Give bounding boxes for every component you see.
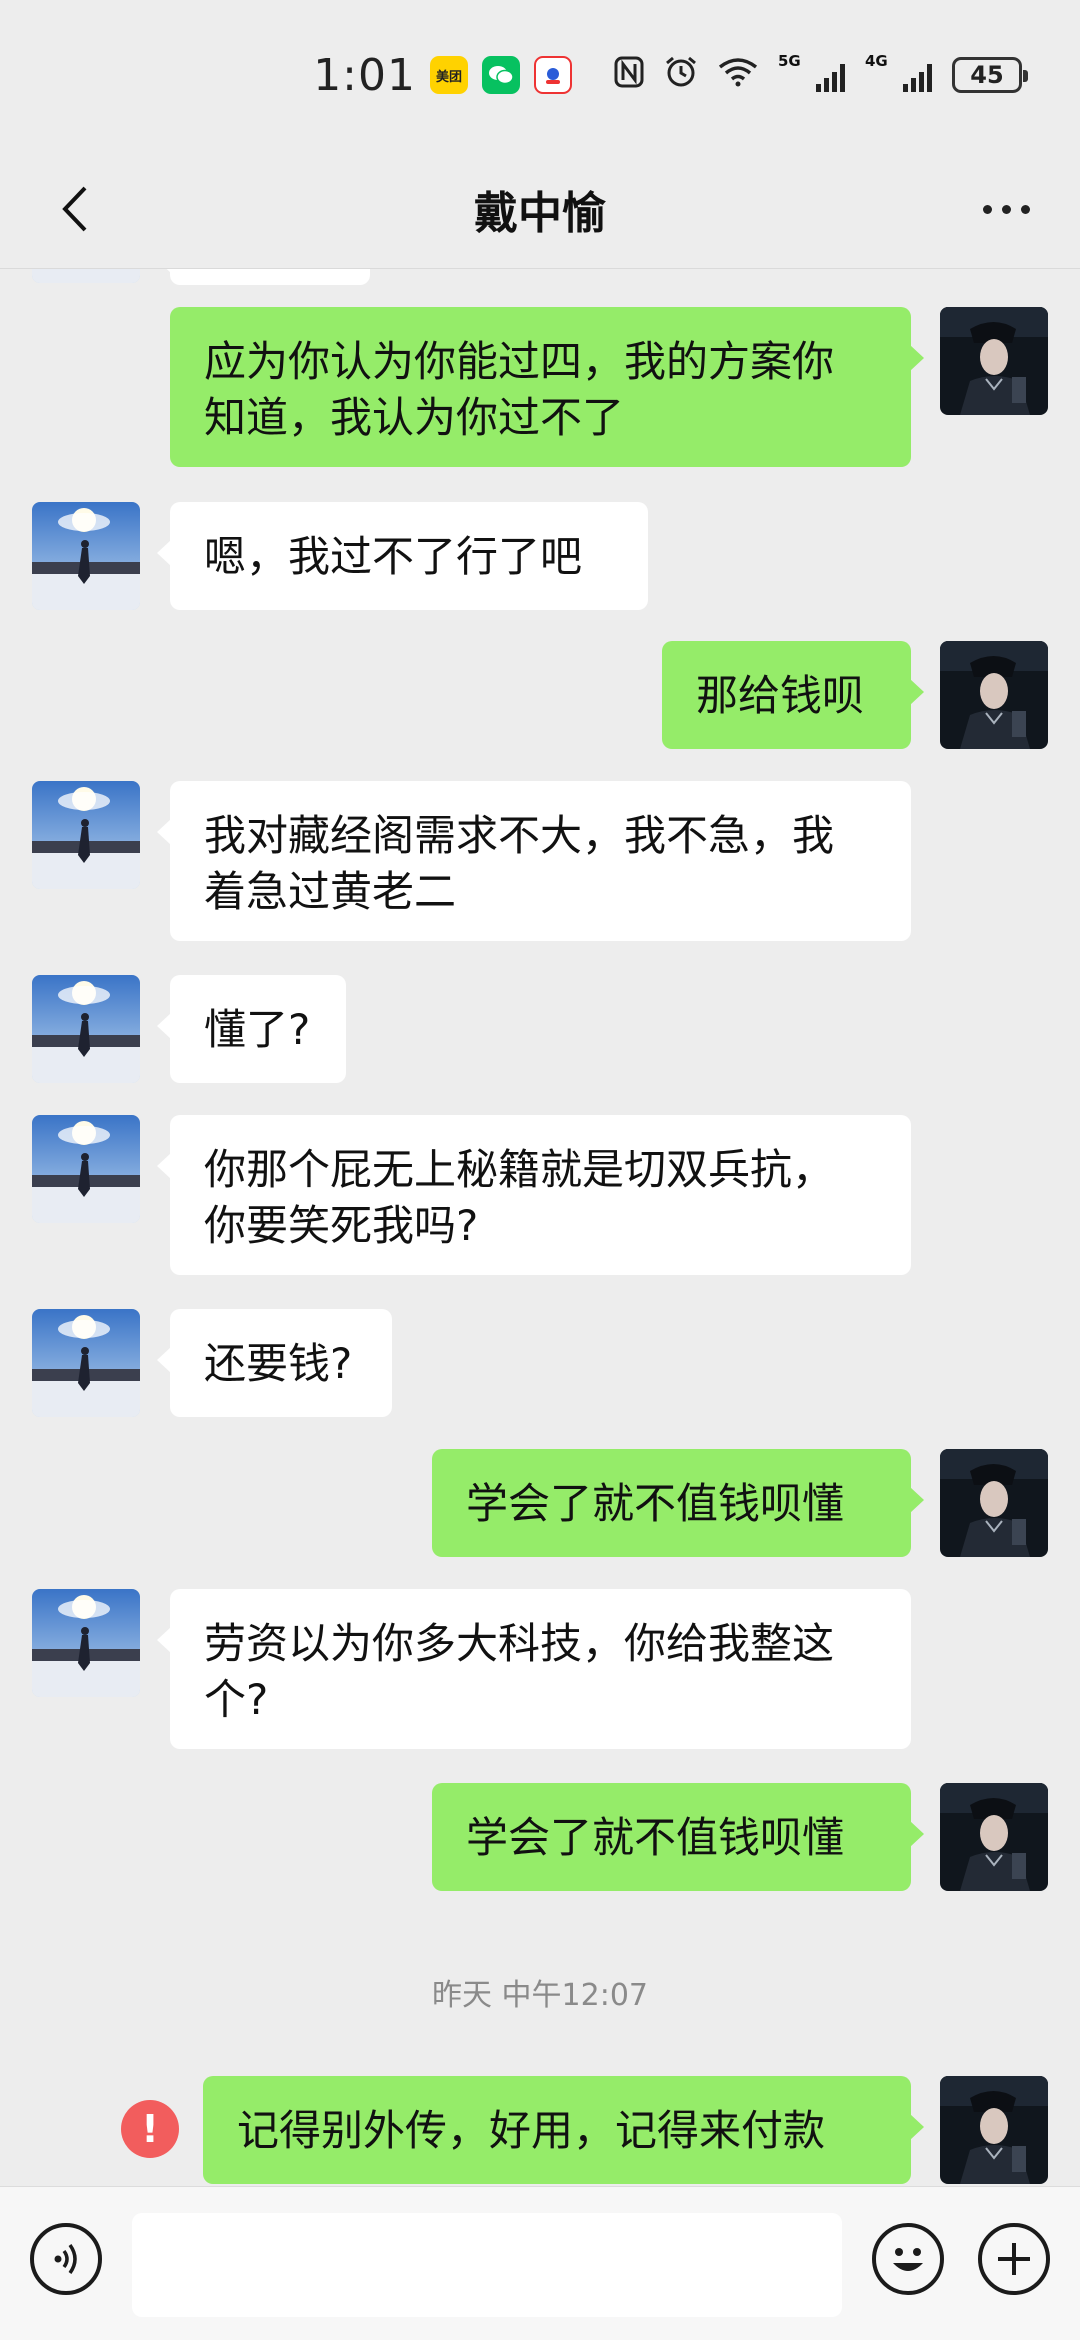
contact-avatar[interactable] xyxy=(32,1115,140,1223)
contact-avatar[interactable] xyxy=(32,781,140,889)
message-bubble-out[interactable]: 学会了就不值钱呗懂 xyxy=(432,1449,924,1557)
status-time: 1:01 xyxy=(313,49,416,101)
chevron-left-icon xyxy=(62,186,87,232)
status-icons: 5G 4G 45 xyxy=(614,52,1028,95)
wifi-icon xyxy=(718,57,758,93)
more-dot xyxy=(1001,204,1011,214)
plus-button[interactable] xyxy=(978,2223,1050,2295)
my-avatar[interactable] xyxy=(940,641,1048,749)
message-input[interactable] xyxy=(132,2213,842,2317)
chat-title: 戴中愉 xyxy=(474,188,606,239)
chat-screen: 1:01 美团 5G 4G 45 戴中愉 应为你认为你能过四，我的方案你 知道，… xyxy=(0,0,1080,2340)
signal-5g-label: 5G xyxy=(778,52,801,70)
contact-avatar[interactable] xyxy=(32,1309,140,1417)
message-bubble-out[interactable]: 学会了就不值钱呗懂 xyxy=(432,1783,924,1891)
message-bubble-in[interactable]: 劳资以为你多大科技，你给我整这 个? xyxy=(157,1589,911,1749)
plus-icon xyxy=(998,2243,1030,2275)
battery-icon: 45 xyxy=(952,57,1028,93)
nfc-icon xyxy=(614,56,644,94)
baidu-app-icon xyxy=(534,56,572,94)
signal-4g-icon: 4G xyxy=(865,52,932,92)
send-failed-icon[interactable]: ! xyxy=(121,2100,179,2158)
more-dot xyxy=(1020,204,1030,214)
my-avatar[interactable] xyxy=(940,1449,1048,1557)
meituan-app-icon: 美团 xyxy=(430,56,468,94)
my-avatar[interactable] xyxy=(940,1783,1048,1891)
my-avatar[interactable] xyxy=(940,2076,1048,2184)
message-bubble-in[interactable]: 懂了? xyxy=(157,975,346,1083)
emoji-button[interactable] xyxy=(872,2223,944,2295)
alarm-icon xyxy=(664,55,698,95)
message-timestamp: 昨天 中午12:07 xyxy=(432,1978,648,2013)
more-dots-icon xyxy=(982,204,992,214)
nav-bar: 戴中愉 xyxy=(0,150,1080,268)
more-button[interactable] xyxy=(966,184,1046,234)
message-bubble-out[interactable]: 记得别外传，好用，记得来付款 xyxy=(203,2076,924,2184)
voice-icon xyxy=(54,2243,77,2275)
input-bar xyxy=(0,2186,1080,2340)
contact-avatar[interactable] xyxy=(32,1589,140,1697)
my-avatar[interactable] xyxy=(940,307,1048,415)
signal-4g-label: 4G xyxy=(865,52,888,70)
back-button[interactable] xyxy=(40,174,110,244)
emoji-icon xyxy=(893,2248,923,2271)
status-bar: 1:01 美团 5G 4G 45 xyxy=(0,0,1080,150)
message-bubble-out[interactable]: 那给钱呗 xyxy=(662,641,924,749)
message-bubble-in[interactable]: 嗯，我过不了行了吧 xyxy=(157,502,648,610)
voice-button[interactable] xyxy=(30,2223,102,2295)
signal-5g-icon: 5G xyxy=(778,52,845,92)
message-bubble-in[interactable]: 我对藏经阁需求不大，我不急，我 着急过黄老二 xyxy=(157,781,911,941)
contact-avatar[interactable] xyxy=(32,975,140,1083)
message-bubble-in[interactable]: 还要钱? xyxy=(157,1309,392,1417)
contact-avatar[interactable] xyxy=(32,502,140,610)
message-list[interactable]: 应为你认为你能过四，我的方案你 知道，我认为你过不了 嗯，我过不了行了吧 那给钱… xyxy=(0,269,1080,2186)
message-bubble-out[interactable]: 应为你认为你能过四，我的方案你 知道，我认为你过不了 xyxy=(170,307,924,467)
wechat-app-icon xyxy=(482,56,520,94)
message-bubble-partial[interactable] xyxy=(157,269,370,285)
contact-avatar[interactable] xyxy=(32,269,140,283)
battery-level: 45 xyxy=(970,61,1004,89)
message-bubble-in[interactable]: 你那个屁无上秘籍就是切双兵抗， 你要笑死我吗? xyxy=(157,1115,911,1275)
